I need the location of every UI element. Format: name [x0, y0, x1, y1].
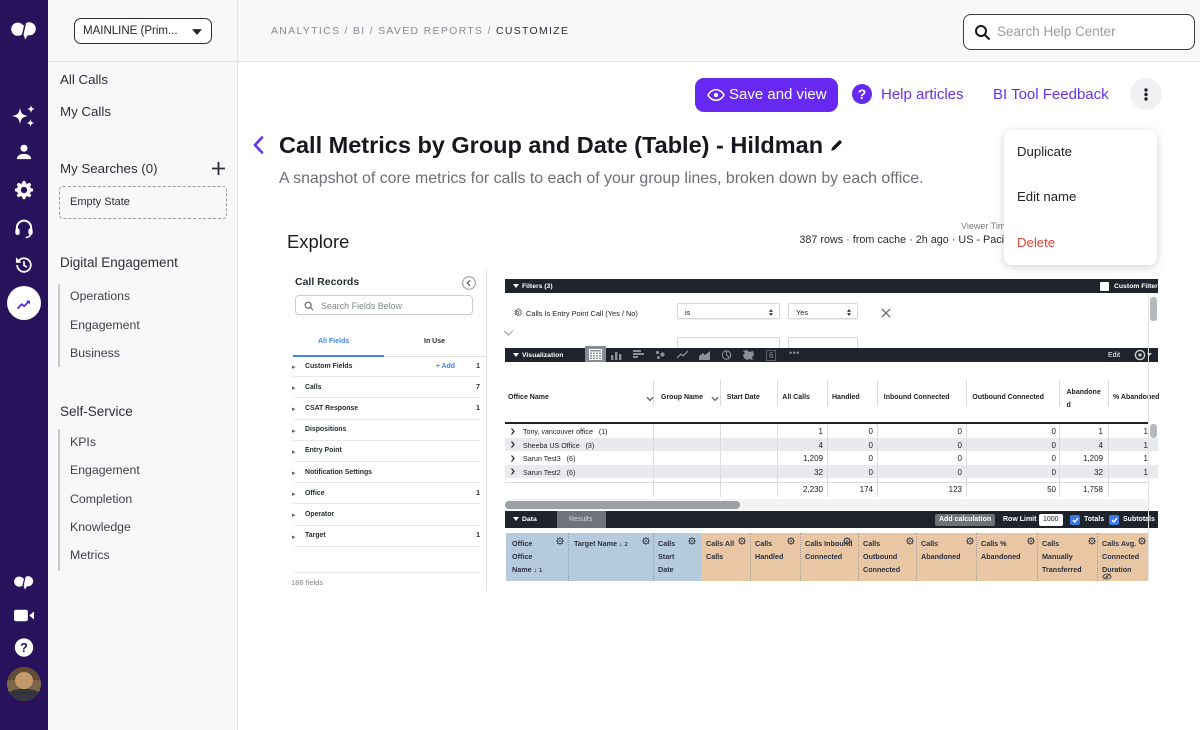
svg-text:?: ?: [858, 86, 867, 102]
svg-text:?: ?: [20, 641, 28, 655]
